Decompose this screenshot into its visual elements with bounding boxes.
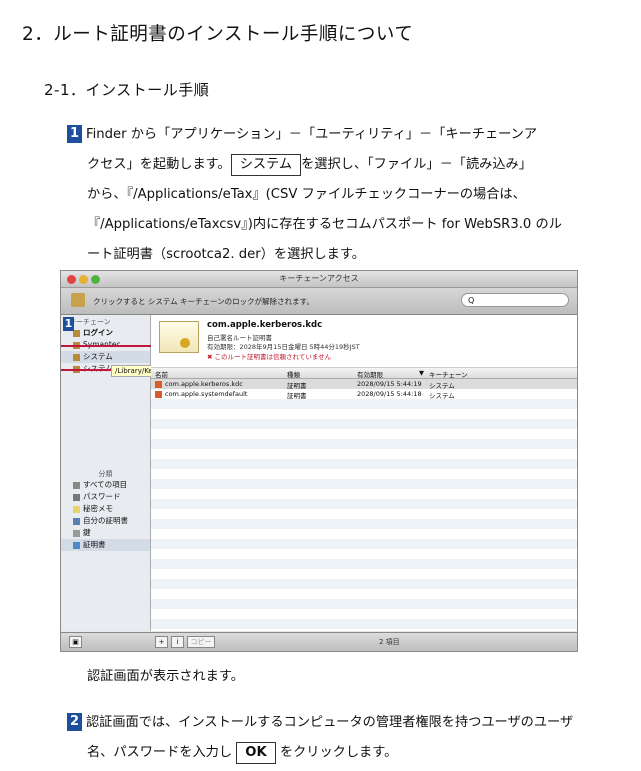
warning-icon: ✖ (207, 353, 213, 361)
empty-rows (151, 399, 577, 629)
section-heading: 2．ルート証明書のインストール手順について (22, 24, 414, 45)
step2-line2b: をクリックします。 (279, 745, 398, 760)
copy-button: コピー (187, 636, 215, 648)
info-icon: i (171, 636, 184, 648)
subsection-heading: 2-1．インストール手順 (44, 81, 210, 99)
category-header: 分類 (98, 470, 113, 478)
category-all: すべての項目 (61, 479, 150, 491)
password-icon (73, 493, 80, 501)
cert-expiry: 有効期限：2028年9月15日金曜日 5時44分19秒JST (207, 343, 360, 351)
system-boxed-label: システム (230, 154, 302, 176)
certificate-icon (73, 541, 80, 549)
cert-title: com.apple.kerberos.kdc (207, 320, 323, 330)
col-keychain: キーチェーン (429, 371, 468, 379)
window-titlebar: キーチェーンアクセス (61, 271, 577, 288)
col-expires: 有効期限 (357, 371, 383, 379)
cert-warning: ✖ このルート証明書は信頼されていません (207, 353, 332, 361)
keychain-icon (73, 329, 80, 337)
step1-line5: ート証明書（scrootca2. der）を選択します。 (87, 247, 365, 262)
certificate-image-icon (159, 321, 199, 353)
category-passwords: パスワード (61, 491, 150, 503)
table-row: com.apple.kerberos.kdc 証明書 2028/09/15 5:… (151, 379, 577, 390)
category-certificates: 証明書 (61, 539, 150, 551)
item-count: 2 項目 (379, 638, 400, 646)
close-dot-icon (67, 275, 76, 284)
step2-paragraph: 2 認証画面では、インストールするコンピュータの管理者権限を持つユーザのユーザ 名… (67, 708, 627, 768)
toolbar: クリックすると システム キーチェーンのロックが解除されます。 Q (61, 288, 577, 315)
step1-line2b: を選択し、「ファイル」－「読み込み」 (301, 157, 532, 172)
bottom-bar: ▣ + i コピー 2 項目 (61, 632, 577, 651)
col-kind: 種類 (287, 371, 300, 379)
table-header: 名前 種類 有効期限 ▼ キーチェーン (151, 368, 577, 379)
minimize-dot-icon (79, 275, 88, 284)
my-cert-icon (73, 517, 80, 525)
lock-icon (71, 293, 85, 307)
step1-line3: から、『/Applications/eTax』(CSV ファイルチェックコーナー… (87, 187, 526, 202)
category-notes: 秘密メモ (61, 503, 150, 515)
step1-badge: 1 (67, 125, 82, 143)
zoom-dot-icon (91, 275, 100, 284)
lock-hint: クリックすると システム キーチェーンのロックが解除されます。 (93, 297, 314, 306)
cert-row-icon (155, 390, 162, 398)
sidebar-item-login: ログイン (61, 327, 150, 339)
sort-arrow-icon: ▼ (419, 369, 424, 377)
add-icon: + (155, 636, 168, 648)
keychain-header: キーチェーン (69, 318, 111, 326)
category-keys: 鍵 (61, 527, 150, 539)
main-pane: com.apple.kerberos.kdc 自己署名ルート証明書 有効期限：2… (151, 315, 577, 631)
window-title: キーチェーンアクセス (279, 274, 359, 283)
note-icon (73, 505, 80, 513)
after-screenshot-text: 認証画面が表示されます。 (87, 669, 244, 684)
cert-row-icon (155, 380, 162, 388)
step1-line1: Finder から「アプリケーション」－「ユーティリティ」－「キーチェーンア (86, 127, 538, 142)
step1-paragraph: 1 Finder から「アプリケーション」－「ユーティリティ」－「キーチェーンア … (67, 120, 627, 270)
step1-line2a: クセス」を起動します。 (87, 157, 231, 172)
step1-line4: 『/Applications/eTaxcsv』)内に存在するセコムパスポート f… (87, 217, 562, 232)
search-field: Q (461, 293, 569, 307)
key-icon (73, 529, 80, 537)
step2-badge: 2 (67, 713, 82, 731)
toggle-icon: ▣ (69, 636, 82, 648)
category-my-certs: 自分の証明書 (61, 515, 150, 527)
table-row: com.apple.systemdefault 証明書 2028/09/15 5… (151, 389, 577, 400)
step1-marker: 1 (63, 317, 74, 331)
col-name: 名前 (155, 371, 168, 379)
cert-summary: com.apple.kerberos.kdc 自己署名ルート証明書 有効期限：2… (151, 315, 577, 368)
step2-line2a: 名、パスワードを入力し (87, 745, 233, 760)
step2-line1: 認証画面では、インストールするコンピュータの管理者権限を持つユーザのユーザ (86, 715, 574, 730)
seal-icon (180, 338, 190, 348)
all-items-icon (73, 481, 80, 489)
keychain-access-screenshot: キーチェーンアクセス クリックすると システム キーチェーンのロックが解除されま… (60, 270, 578, 652)
ok-boxed-label: OK (236, 742, 276, 764)
